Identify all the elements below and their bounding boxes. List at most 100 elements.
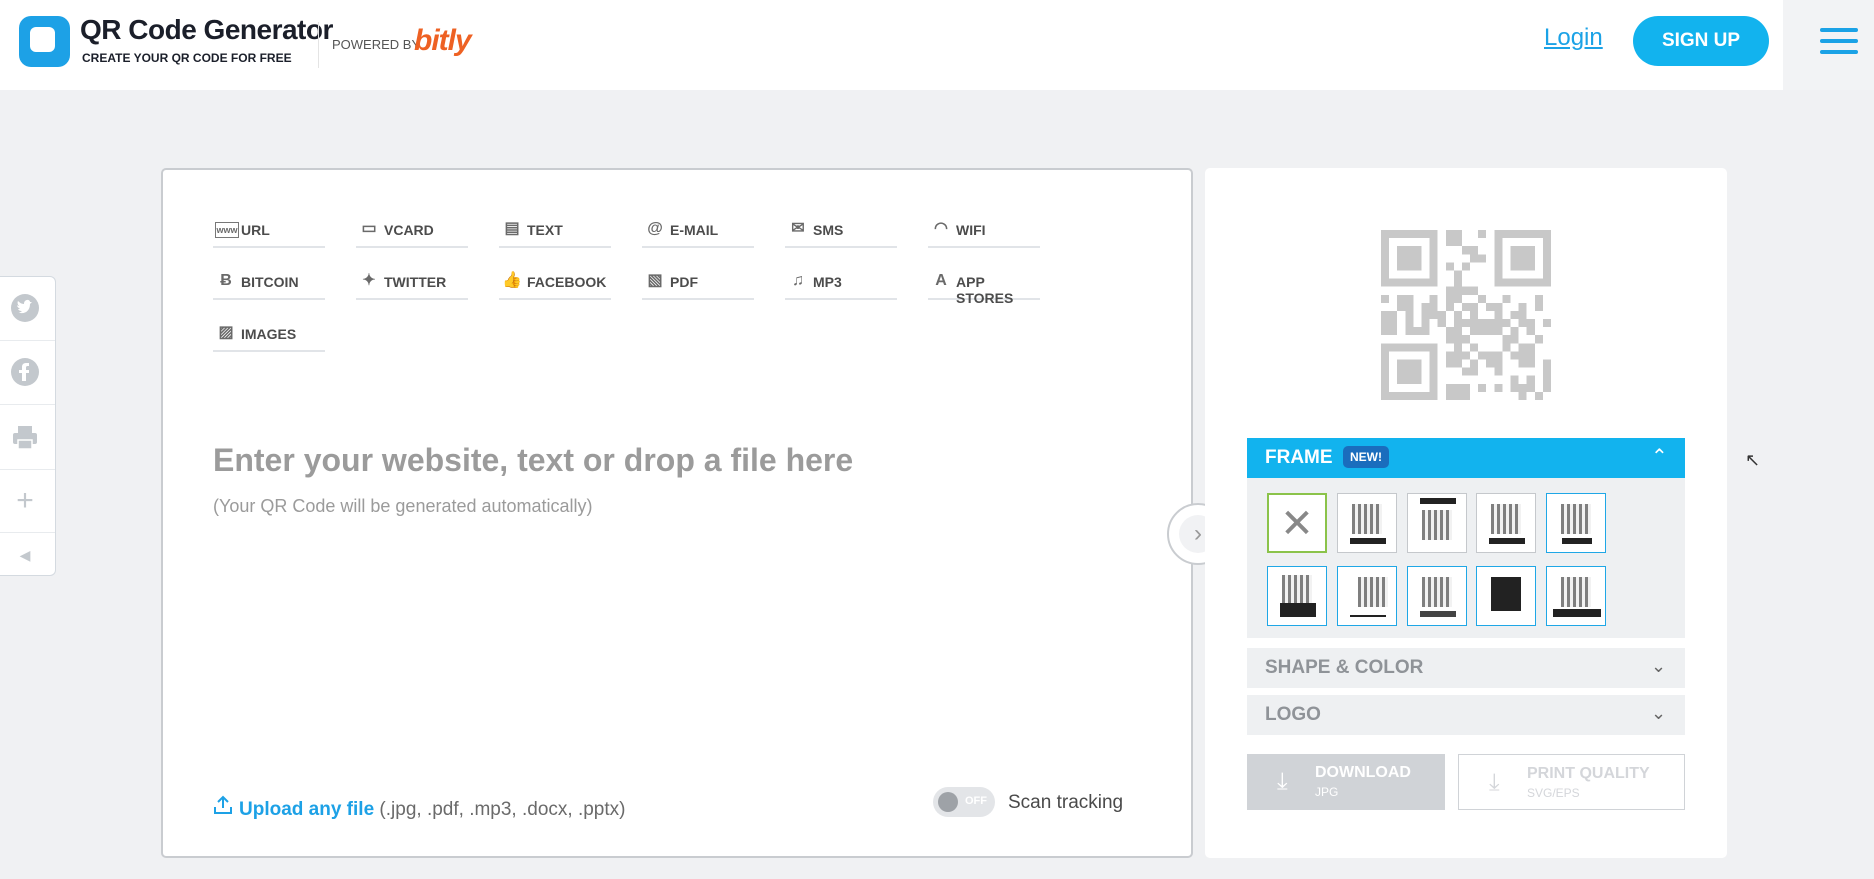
tab-label: TEXT — [527, 222, 563, 238]
tab-label: PDF — [670, 274, 698, 290]
tab-bitcoin[interactable]: Ƀ BITCOIN — [213, 268, 325, 300]
chevron-up-icon: ⌃ — [1651, 446, 1668, 468]
tab-vcard[interactable]: ▭ VCARD — [356, 216, 468, 248]
shape-color-section[interactable]: SHAPE & COLOR ⌄ — [1247, 648, 1685, 688]
tab-e-mail[interactable]: @ E-MAIL — [642, 216, 754, 248]
twitter-share-icon[interactable] — [10, 293, 40, 323]
tab-mp3[interactable]: ♫ MP3 — [785, 268, 897, 300]
upload-icon[interactable] — [213, 795, 233, 821]
text-document-icon: ▤ — [504, 220, 520, 237]
frame-option[interactable] — [1546, 493, 1606, 553]
frame-option[interactable] — [1267, 566, 1327, 626]
vcard-icon: ▭ — [361, 220, 377, 237]
toggle-knob — [938, 792, 958, 812]
bitcoin-icon: Ƀ — [220, 272, 232, 289]
input-prompt-hint: (Your QR Code will be generated automati… — [213, 496, 593, 516]
tab-label: SMS — [813, 222, 844, 238]
app-store-icon: A — [935, 272, 947, 289]
print-quality-button[interactable]: ⤓ PRINT QUALITY SVG/EPS — [1458, 754, 1685, 810]
frame-title: FRAME — [1265, 447, 1333, 468]
tab-label: URL — [241, 222, 270, 238]
tab-text[interactable]: ▤ TEXT — [499, 216, 611, 248]
facebook-share-icon[interactable] — [10, 357, 40, 387]
frame-option[interactable] — [1476, 566, 1536, 626]
plus-icon[interactable]: + — [10, 486, 40, 516]
print-icon[interactable] — [10, 422, 40, 452]
tab-label: E-MAIL — [670, 222, 719, 238]
tab-app-stores[interactable]: A APP STORES — [928, 268, 1040, 306]
frame-option[interactable] — [1476, 493, 1536, 553]
tab-label: BITCOIN — [241, 274, 299, 290]
at-icon: @ — [647, 220, 663, 237]
shape-color-title: SHAPE & COLOR — [1265, 657, 1424, 678]
download-icon: ⤓ — [1489, 769, 1500, 796]
logo-title[interactable]: QR Code Generator — [80, 14, 333, 46]
tab-images[interactable]: ▨ IMAGES — [213, 320, 325, 352]
frame-option[interactable] — [1546, 566, 1606, 626]
qr-code-preview — [1381, 230, 1551, 400]
tab-label: WIFI — [956, 222, 986, 238]
tab-label: MP3 — [813, 274, 842, 290]
site-header: QR Code Generator CREATE YOUR QR CODE FO… — [0, 0, 1874, 90]
input-prompt[interactable]: Enter your website, text or drop a file … — [213, 442, 853, 479]
print-quality-format: SVG/EPS — [1527, 786, 1580, 800]
wifi-icon: ◠ — [934, 220, 948, 237]
print-quality-label: PRINT QUALITY — [1527, 765, 1650, 782]
image-icon: ▨ — [218, 324, 234, 341]
tab-url[interactable]: www URL — [213, 216, 325, 248]
close-icon: ✕ — [1280, 502, 1314, 546]
frame-options: ✕ — [1247, 478, 1685, 638]
tab-twitter[interactable]: ✦ TWITTER — [356, 268, 468, 300]
logo-section[interactable]: LOGO ⌄ — [1247, 695, 1685, 735]
tab-label: IMAGES — [241, 326, 297, 342]
frame-section-header[interactable]: FRAME NEW! ⌃ — [1247, 438, 1685, 478]
tab-label: APP STORES — [956, 274, 1014, 306]
twitter-icon: ✦ — [362, 272, 376, 289]
signup-button[interactable]: SIGN UP — [1633, 16, 1769, 66]
social-divider — [0, 340, 55, 341]
upload-row: Upload any file (.jpg, .pdf, .mp3, .docx… — [213, 795, 625, 821]
qr-preview-panel: FRAME NEW! ⌃ ✕ SHAPE & COLOR ⌄ LOGO ⌄ ⤓ … — [1205, 168, 1727, 858]
frame-option-none[interactable]: ✕ — [1267, 493, 1327, 553]
tab-sms[interactable]: ✉ SMS — [785, 216, 897, 248]
toggle-state: OFF — [965, 795, 987, 807]
logo-section-title: LOGO — [1265, 704, 1321, 725]
tab-facebook[interactable]: 👍 FACEBOOK — [499, 268, 611, 300]
pdf-icon: ▧ — [647, 272, 663, 289]
frame-option[interactable] — [1407, 493, 1467, 553]
frame-option[interactable] — [1407, 566, 1467, 626]
scan-tracking-toggle[interactable]: OFF — [933, 787, 995, 817]
mouse-cursor-icon: ↖ — [1745, 450, 1761, 470]
logo-subtitle: CREATE YOUR QR CODE FOR FREE — [82, 51, 292, 65]
chevron-down-icon: ⌄ — [1651, 656, 1667, 676]
social-divider — [0, 404, 55, 405]
chevron-down-icon: ⌄ — [1651, 703, 1667, 723]
qr-input-card: www URL ▭ VCARD ▤ TEXT @ E-MAIL ✉ SMS ◠ WIFI Ƀ BITCOI… — [161, 168, 1193, 858]
tab-label: TWITTER — [384, 274, 447, 290]
hamburger-menu-icon[interactable] — [1783, 0, 1874, 90]
social-share-bar: + ◀ — [0, 276, 56, 576]
bitly-logo[interactable]: bitly — [414, 24, 472, 58]
www-icon: www — [215, 222, 239, 238]
tab-label: VCARD — [384, 222, 434, 238]
sms-icon: ✉ — [791, 220, 805, 237]
upload-file-types: (.jpg, .pdf, .mp3, .docx, .pptx) — [379, 799, 626, 820]
powered-by-label: POWERED BY — [332, 37, 421, 52]
header-divider — [318, 22, 319, 68]
tab-pdf[interactable]: ▧ PDF — [642, 268, 754, 300]
music-note-icon: ♫ — [792, 272, 804, 289]
frame-option[interactable] — [1337, 493, 1397, 553]
upload-file-link[interactable]: Upload any file — [239, 799, 374, 820]
download-icon: ⤓ — [1277, 768, 1288, 795]
social-divider — [0, 469, 55, 470]
collapse-left-icon[interactable]: ◀ — [10, 540, 40, 570]
tab-wifi[interactable]: ◠ WIFI — [928, 216, 1040, 248]
social-divider — [0, 532, 55, 533]
login-link[interactable]: Login — [1544, 24, 1603, 52]
download-label: DOWNLOAD — [1315, 764, 1411, 781]
download-format: JPG — [1315, 785, 1339, 799]
download-button[interactable]: ⤓ DOWNLOAD JPG — [1247, 754, 1445, 810]
frame-option[interactable] — [1337, 566, 1397, 626]
qr-logo-icon[interactable] — [19, 16, 70, 67]
new-badge: NEW! — [1343, 446, 1389, 468]
